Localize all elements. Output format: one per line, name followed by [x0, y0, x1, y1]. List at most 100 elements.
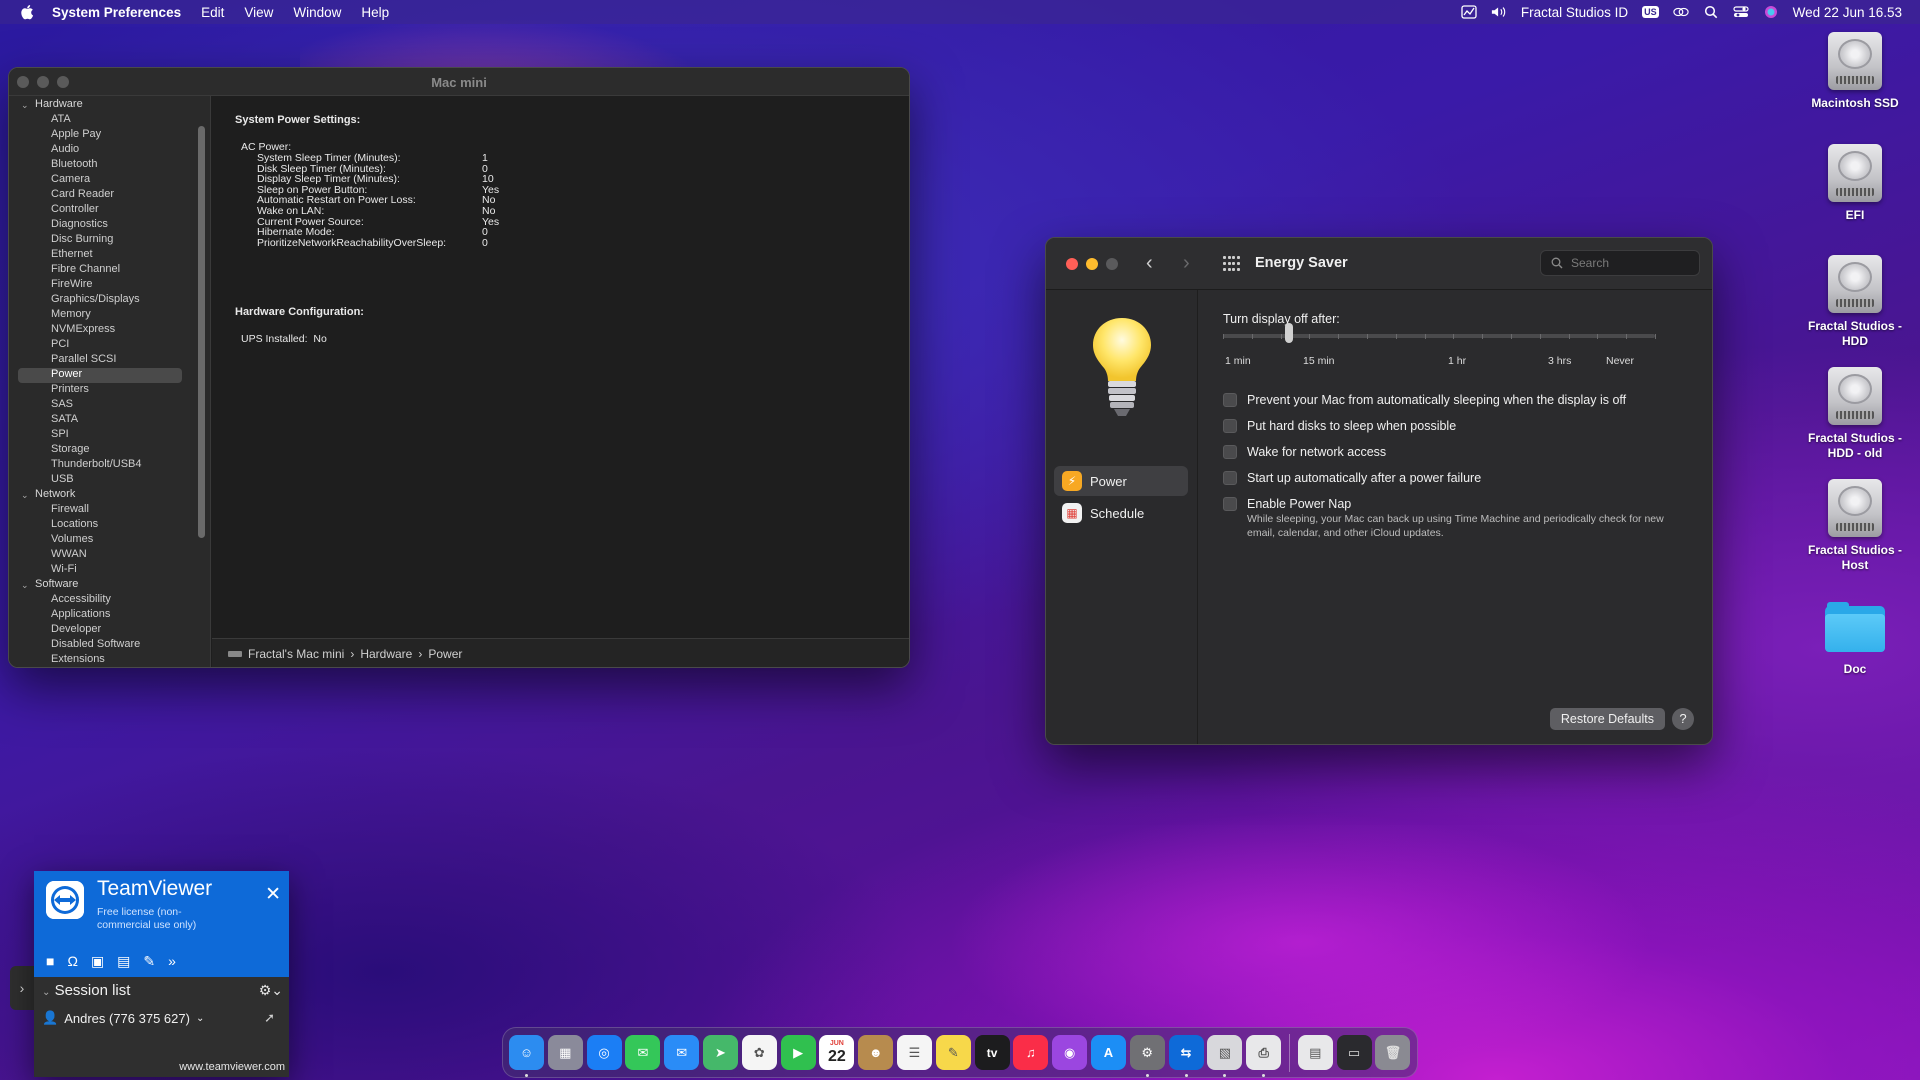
documents-stack-icon[interactable]: ▤ [1297, 1035, 1333, 1070]
tree-item-spi[interactable]: SPI [9, 428, 210, 443]
close-button[interactable] [1066, 258, 1078, 270]
minimize-button[interactable] [1086, 258, 1098, 270]
tree-item-camera[interactable]: Camera [9, 173, 210, 188]
desktop-icon-fractal-studios-host[interactable]: Fractal Studios - Host [1800, 479, 1910, 573]
teamviewer-expand-handle[interactable]: › [10, 966, 34, 1010]
tree-item-disabled-software[interactable]: Disabled Software [9, 638, 210, 653]
checkbox[interactable] [1223, 471, 1237, 485]
session-list-toggle[interactable]: ⌄ Session list [42, 982, 130, 999]
tree-item-controller[interactable]: Controller [9, 203, 210, 218]
tree-item-volumes[interactable]: Volumes [9, 533, 210, 548]
facetime-icon[interactable]: ▶ [780, 1035, 816, 1070]
back-button[interactable]: ‹ [1146, 252, 1153, 275]
teamviewer-url[interactable]: www.teamviewer.com [179, 1061, 285, 1073]
chat-icon[interactable]: ▣ [91, 953, 104, 970]
checkbox[interactable] [1223, 393, 1237, 407]
podcasts-icon[interactable]: ◉ [1052, 1035, 1088, 1070]
slider-thumb[interactable] [1285, 323, 1293, 343]
photos-icon[interactable]: ✿ [741, 1035, 777, 1070]
tree-item-accessibility[interactable]: Accessibility [9, 593, 210, 608]
maps-icon[interactable]: ➤ [702, 1035, 738, 1070]
tree-item-graphics-displays[interactable]: Graphics/Displays [9, 293, 210, 308]
tree-item-ata[interactable]: ATA [9, 113, 210, 128]
user-account-label[interactable]: Fractal Studios ID [1521, 5, 1628, 20]
option-checkbox-row[interactable]: Put hard disks to sleep when possible [1223, 419, 1456, 433]
checkbox[interactable] [1223, 445, 1237, 459]
file-transfer-icon[interactable]: ▤ [117, 953, 130, 970]
video-camera-icon[interactable]: ■ [46, 953, 54, 970]
desktop-icon-efi[interactable]: EFI [1800, 144, 1910, 223]
search-field[interactable]: Search [1540, 250, 1700, 276]
tree-item-usb[interactable]: USB [9, 473, 210, 488]
tree-item-applications[interactable]: Applications [9, 608, 210, 623]
menu-view[interactable]: View [244, 5, 273, 20]
tree-item-sas[interactable]: SAS [9, 398, 210, 413]
disclosure-chevron-icon[interactable]: ⌄ [21, 100, 29, 111]
option-checkbox-row[interactable]: Start up automatically after a power fai… [1223, 471, 1481, 485]
tree-item-firewall[interactable]: Firewall [9, 503, 210, 518]
nav-item-schedule[interactable]: ▦ Schedule [1054, 498, 1188, 528]
mail-icon[interactable]: ✉ [664, 1035, 700, 1070]
system-preferences-icon[interactable]: ⚙ [1129, 1035, 1165, 1077]
control-center-icon[interactable] [1733, 5, 1749, 19]
path-item-power[interactable]: Power [428, 647, 462, 661]
tree-group-hardware[interactable]: ⌄ Hardware [9, 98, 210, 113]
apple-menu-icon[interactable] [20, 4, 34, 20]
tree-item-bluetooth[interactable]: Bluetooth [9, 158, 210, 173]
desktop-icon-fractal-studios-hdd-old[interactable]: Fractal Studios - HDD - old [1800, 367, 1910, 461]
screen-stack-icon[interactable]: ▭ [1336, 1035, 1372, 1070]
window-toolbar[interactable]: ‹ › Energy Saver Search [1046, 238, 1712, 290]
tree-item-parallel-scsi[interactable]: Parallel SCSI [9, 353, 210, 368]
tree-item-nvmexpress[interactable]: NVMExpress [9, 323, 210, 338]
tree-item-memory[interactable]: Memory [9, 308, 210, 323]
show-all-grid-icon[interactable] [1223, 256, 1240, 272]
spotlight-search-icon[interactable] [1703, 5, 1719, 19]
window-titlebar[interactable]: Mac mini [9, 68, 909, 96]
nav-item-power[interactable]: ⚡ Power [1054, 466, 1188, 496]
tree-item-locations[interactable]: Locations [9, 518, 210, 533]
tree-group-software[interactable]: ⌄ Software [9, 578, 210, 593]
checkbox[interactable] [1223, 419, 1237, 433]
tree-item-disc-burning[interactable]: Disc Burning [9, 233, 210, 248]
help-button[interactable]: ? [1672, 708, 1694, 730]
teamviewer-icon[interactable]: ⇆ [1168, 1035, 1204, 1077]
siri-icon[interactable] [1763, 5, 1779, 19]
option-checkbox-row[interactable]: Wake for network access [1223, 445, 1386, 459]
tree-item-card-reader[interactable]: Card Reader [9, 188, 210, 203]
desktop-icon-macintosh-ssd[interactable]: Macintosh SSD [1800, 32, 1910, 111]
reminders-icon[interactable]: ☰ [896, 1035, 932, 1070]
option-checkbox-row[interactable]: Enable Power Nap [1223, 497, 1351, 511]
finder-icon[interactable]: ☺ [509, 1035, 544, 1077]
printer-icon[interactable]: ⎙ [1246, 1035, 1282, 1077]
tools-icon[interactable]: ✎ [143, 953, 155, 970]
clock[interactable]: Wed 22 Jun 16.53 [1793, 5, 1902, 20]
tree-item-audio[interactable]: Audio [9, 143, 210, 158]
volume-icon[interactable] [1491, 5, 1507, 19]
sidebar-scrollbar[interactable] [198, 126, 205, 538]
messages-icon[interactable]: ✉ [625, 1035, 661, 1070]
contacts-icon[interactable]: ☻ [858, 1035, 894, 1070]
path-item-computer[interactable]: Fractal's Mac mini [248, 647, 344, 661]
preview-icon[interactable]: ▧ [1207, 1035, 1243, 1077]
tree-item-thunderbolt-usb4[interactable]: Thunderbolt/USB4 [9, 458, 210, 473]
restore-defaults-button[interactable]: Restore Defaults [1549, 708, 1665, 730]
calendar-icon[interactable]: JUN 22 [819, 1035, 855, 1070]
music-icon[interactable]: ♫ [1013, 1035, 1049, 1070]
tree-item-extensions[interactable]: Extensions [9, 653, 210, 667]
tree-item-pci[interactable]: PCI [9, 338, 210, 353]
notes-icon[interactable]: ✎ [935, 1035, 971, 1070]
app-store-icon[interactable]: A [1090, 1035, 1126, 1070]
close-icon[interactable]: ✕ [265, 883, 281, 906]
more-icon[interactable]: » [168, 953, 176, 970]
safari-icon[interactable]: ◎ [586, 1035, 622, 1070]
tree-item-apple-pay[interactable]: Apple Pay [9, 128, 210, 143]
tree-item-diagnostics[interactable]: Diagnostics [9, 218, 210, 233]
tree-item-ethernet[interactable]: Ethernet [9, 248, 210, 263]
path-item-hardware[interactable]: Hardware [360, 647, 412, 661]
tree-item-wwan[interactable]: WWAN [9, 548, 210, 563]
apple-tv-icon[interactable]: tv [974, 1035, 1010, 1070]
cursor-pointer-icon[interactable]: ➚ [264, 1010, 275, 1026]
disclosure-chevron-icon[interactable]: ⌄ [21, 580, 29, 591]
zoom-button[interactable] [1106, 258, 1118, 270]
tree-item-fibre-channel[interactable]: Fibre Channel [9, 263, 210, 278]
